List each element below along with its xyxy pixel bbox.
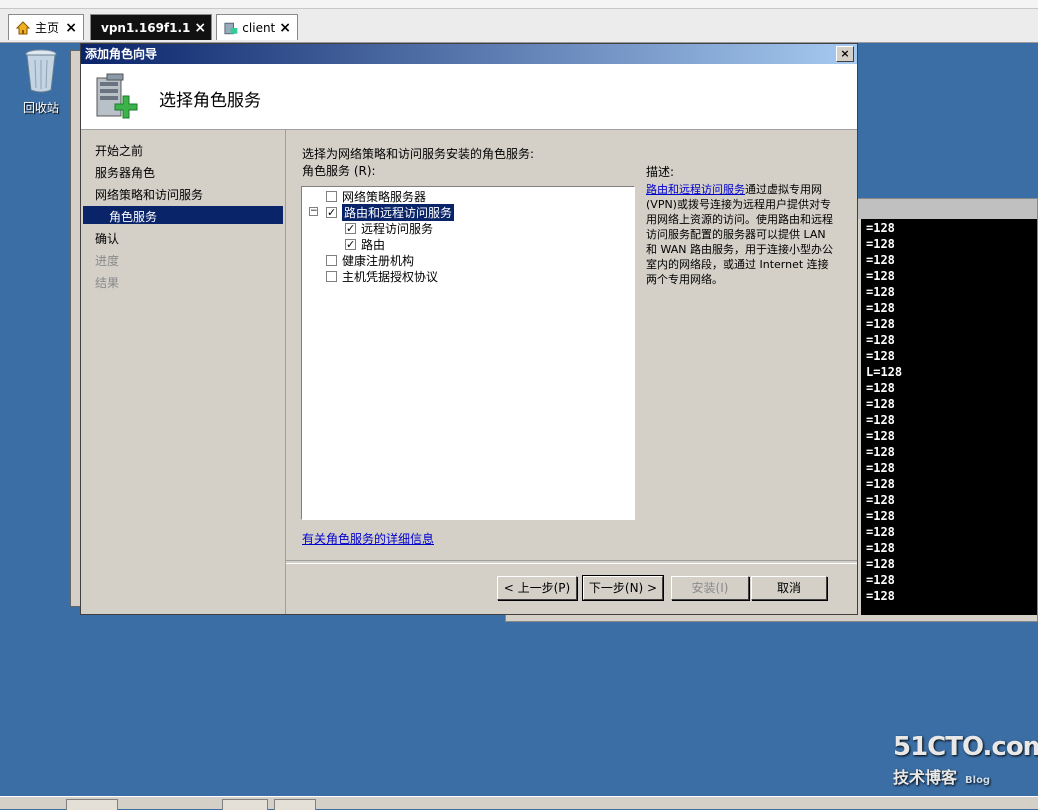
next-button[interactable]: 下一步(N) >	[582, 575, 664, 601]
wizard-steps-nav: 角色服务 开始之前 服务器角色 网络策略和访问服务 确认 进度 结果	[81, 130, 286, 614]
button-separator	[286, 560, 857, 564]
console-line: =128	[866, 285, 895, 299]
home-icon	[15, 20, 31, 34]
wizard-header: 选择角色服务	[81, 64, 857, 130]
console-line: =128	[866, 237, 895, 251]
watermark-sub: 技术博客 Blog	[893, 768, 991, 787]
top-strip	[0, 0, 1038, 9]
add-roles-wizard: 添加角色向导 × 选择角色服务 角色服务 开始之前 服务器角色 网络策略和访问服…	[80, 43, 858, 615]
role-services-label: 角色服务 (R):	[302, 164, 376, 178]
tab-home[interactable]: 主页 ×	[8, 14, 84, 40]
console-line: L=128	[866, 365, 903, 379]
console-line: =128	[866, 413, 895, 427]
page-title: 选择角色服务	[159, 91, 261, 111]
service-label: 远程访问服务	[361, 221, 434, 236]
more-info-link[interactable]: 有关角色服务的详细信息	[302, 530, 434, 547]
service-host-credential[interactable]: 主机凭据授权协议	[326, 268, 438, 284]
checkbox[interactable]: ✓	[345, 238, 356, 250]
console-line: =128	[866, 397, 895, 411]
tab-label: client	[242, 20, 276, 35]
console-line: =128	[866, 317, 895, 331]
nav-item-before-you-begin[interactable]: 开始之前	[95, 142, 143, 159]
console-line: =128	[866, 301, 895, 315]
description-body: 通过虚拟专用网(VPN)或拨号连接为远程用户提供对专用网络上资源的访问。使用路由…	[646, 183, 834, 286]
console-line: =128	[866, 509, 895, 523]
console-line: =128	[866, 253, 895, 267]
server-roles-icon	[96, 73, 138, 119]
checkbox[interactable]: ✓	[345, 222, 356, 234]
close-icon[interactable]: ×	[65, 20, 77, 36]
recycle-bin-icon	[25, 49, 57, 93]
watermark-main: 51CTO.com	[893, 732, 1038, 762]
nav-item-server-roles[interactable]: 服务器角色	[95, 164, 155, 181]
checkbox[interactable]	[326, 254, 337, 266]
console-line: =128	[866, 493, 895, 507]
console-line: =128	[866, 333, 895, 347]
install-button: 安装(I)	[671, 576, 749, 600]
service-label: 路由	[361, 237, 386, 252]
tab-label: 主页	[35, 21, 60, 35]
console-line: =128	[866, 349, 895, 363]
tab-vpn[interactable]: vpn1.169f1.1 ×	[90, 14, 212, 40]
cancel-button[interactable]: 取消	[751, 576, 827, 600]
nav-item-confirmation[interactable]: 确认	[95, 230, 119, 247]
service-label: 健康注册机构	[342, 253, 415, 268]
console-line: =128	[866, 461, 895, 475]
checkbox[interactable]	[326, 270, 337, 282]
description-text: 路由和远程访问服务通过虚拟专用网(VPN)或拨号连接为远程用户提供对专用网络上资…	[646, 182, 836, 287]
computer-icon	[224, 22, 238, 34]
service-label: 网络策略服务器	[342, 189, 427, 204]
instruction-text: 选择为网络策略和访问服务安装的角色服务:	[302, 147, 535, 161]
service-label: 主机凭据授权协议	[342, 269, 439, 284]
service-remote-access[interactable]: ✓ 远程访问服务	[345, 220, 433, 236]
nav-item-network-policy[interactable]: 网络策略和访问服务	[95, 186, 203, 203]
taskbar-button[interactable]	[222, 799, 268, 810]
service-routing-remote-access[interactable]: ✓ 路由和远程访问服务	[326, 203, 455, 221]
console-line: =128	[866, 269, 895, 283]
console-line: =128	[866, 589, 895, 603]
console-line: =128	[866, 445, 895, 459]
taskbar-button[interactable]	[274, 799, 316, 810]
checkbox[interactable]: ✓	[326, 206, 337, 218]
nav-item-results: 结果	[95, 276, 120, 290]
console-line: =128	[866, 557, 895, 571]
tab-label: vpn1.169f1.1	[101, 20, 191, 35]
watermark: 51CTO.com 技术博客 Blog	[893, 732, 1038, 788]
close-button[interactable]: ×	[836, 46, 854, 62]
description-link[interactable]: 路由和远程访问服务	[646, 183, 745, 196]
wizard-title-bar: 添加角色向导 ×	[81, 44, 857, 64]
close-icon[interactable]: ×	[194, 20, 206, 36]
service-routing[interactable]: ✓ 路由	[345, 236, 385, 252]
nav-item-label: 角色服务	[109, 210, 158, 224]
checkbox[interactable]	[326, 190, 337, 202]
recycle-bin[interactable]: 回收站	[14, 48, 68, 116]
nav-item-role-services[interactable]: 角色服务	[83, 206, 283, 224]
console-line: =128	[866, 573, 895, 587]
close-icon[interactable]: ×	[279, 20, 291, 36]
console-output: =128 =128 =128 =128 =128 =128 =128 =128 =128 L=12…	[861, 219, 1037, 615]
browser-tab-strip: 主页 × vpn1.169f1.1 × client ×	[0, 0, 1038, 43]
tab-client[interactable]: client ×	[216, 14, 298, 40]
role-services-tree[interactable]: − 网络策略服务器 ✓ 路由和远程访问服务 ✓ 远程访问服务 ✓ 路由 健康注册…	[301, 186, 635, 520]
previous-button[interactable]: < 上一步(P)	[497, 576, 577, 600]
service-health-registration[interactable]: 健康注册机构	[326, 252, 414, 268]
taskbar	[0, 796, 1038, 810]
description-label: 描述:	[646, 165, 675, 179]
console-line: =128	[866, 221, 895, 235]
console-line: =128	[866, 381, 895, 395]
console-line: =128	[866, 541, 895, 555]
collapse-icon[interactable]: −	[309, 207, 318, 216]
console-line: =128	[866, 429, 895, 443]
recycle-bin-label: 回收站	[22, 101, 59, 115]
nav-item-progress: 进度	[95, 254, 120, 268]
wizard-title: 添加角色向导	[85, 47, 158, 61]
console-line: =128	[866, 525, 895, 539]
service-label: 路由和远程访问服务	[342, 203, 455, 221]
taskbar-button[interactable]	[66, 799, 118, 810]
wizard-content: 选择为网络策略和访问服务安装的角色服务: 角色服务 (R): − 网络策略服务器…	[286, 130, 857, 560]
service-network-policy-server[interactable]: 网络策略服务器	[326, 188, 426, 204]
console-line: =128	[866, 477, 895, 491]
